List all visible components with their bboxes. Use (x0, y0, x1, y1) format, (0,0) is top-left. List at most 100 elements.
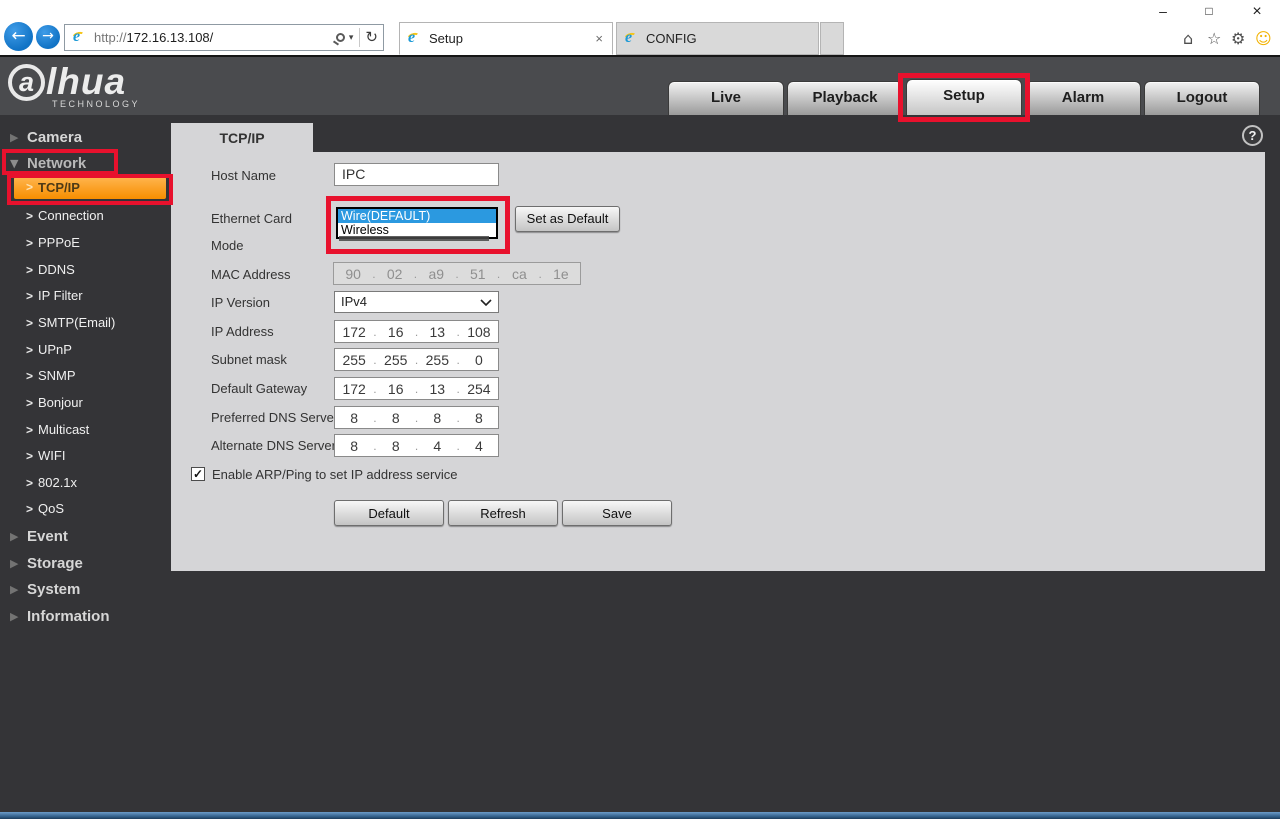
sidebar-item-8021x[interactable]: > 802.1x (0, 473, 171, 495)
save-button[interactable]: Save (562, 500, 672, 526)
set-as-default-button[interactable]: Set as Default (515, 206, 620, 232)
browser-tab-setup[interactable]: e Setup × (399, 22, 613, 55)
settings-gear-icon[interactable]: ⚙ (1231, 29, 1245, 48)
window-minimize-button[interactable]: – (1146, 2, 1180, 21)
window-close-button[interactable]: × (1240, 2, 1274, 21)
nav-button-live[interactable]: Live (668, 81, 784, 115)
ip-octet[interactable]: 4 (418, 438, 456, 454)
nav-button-playback[interactable]: Playback (787, 81, 903, 115)
mac-address-field: 90. 02. a9. 51. ca. 1e (333, 262, 581, 285)
search-dropdown-caret-icon[interactable]: ▾ (349, 33, 354, 43)
sidebar-group-system[interactable]: ▶ System (0, 579, 171, 601)
chevron-prefix-icon: > (26, 396, 34, 410)
app-window: – □ × ← → e http://172.16.13.108/ ▾ ↻ e … (0, 0, 1280, 819)
ip-octet[interactable]: 8 (460, 410, 498, 426)
chevron-prefix-icon: > (26, 449, 34, 463)
forward-button[interactable]: → (36, 25, 60, 49)
chevron-prefix-icon: > (26, 180, 34, 194)
help-icon[interactable]: ? (1242, 125, 1263, 146)
back-button[interactable]: ← (4, 22, 33, 51)
ip-octet[interactable]: 108 (460, 324, 498, 340)
preferred-dns-field[interactable]: 8. 8. 8. 8 (334, 406, 499, 429)
sidebar-item-smtp[interactable]: > SMTP(Email) (0, 313, 171, 335)
chevron-right-icon: ▶ (10, 530, 19, 543)
ip-octet[interactable]: 172 (335, 381, 373, 397)
sidebar-group-event[interactable]: ▶ Event (0, 526, 171, 548)
arp-ping-checkbox[interactable]: ✓ (191, 467, 205, 481)
chevron-right-icon: ▶ (10, 557, 19, 570)
tab-close-icon[interactable]: × (586, 31, 612, 46)
chevron-prefix-icon: > (26, 476, 34, 490)
ip-octet[interactable]: 8 (418, 410, 456, 426)
window-maximize-button[interactable]: □ (1192, 2, 1226, 21)
home-icon[interactable]: ⌂ (1183, 29, 1193, 48)
search-icon[interactable] (335, 33, 345, 42)
dropdown-option-wireless[interactable]: Wireless (338, 223, 496, 237)
mac-octet: 51 (470, 265, 486, 282)
feedback-smiley-icon[interactable]: ☺ (1255, 29, 1272, 48)
ip-version-select[interactable]: IPv4 (334, 291, 499, 313)
ip-octet[interactable]: 255 (377, 352, 415, 368)
subnet-mask-field[interactable]: 255. 255. 255. 0 (334, 348, 499, 371)
content-tab-tcpip[interactable]: TCP/IP (171, 123, 313, 152)
ie-favicon: e (70, 28, 88, 46)
ip-octet[interactable]: 8 (335, 438, 373, 454)
ip-octet[interactable]: 0 (460, 352, 498, 368)
sidebar-item-ddns[interactable]: > DDNS (0, 260, 171, 282)
address-url[interactable]: http://172.16.13.108/ (94, 30, 336, 45)
ip-octet[interactable]: 8 (335, 410, 373, 426)
sidebar-item-upnp[interactable]: > UPnP (0, 340, 171, 362)
mac-octet: 1e (553, 265, 569, 282)
ip-octet[interactable]: 8 (377, 410, 415, 426)
sidebar-group-information[interactable]: ▶ Information (0, 606, 171, 628)
ip-octet[interactable]: 255 (335, 352, 373, 368)
ip-octet[interactable]: 255 (418, 352, 456, 368)
sidebar-group-camera[interactable]: ▶ Camera (0, 127, 171, 149)
ip-octet[interactable]: 172 (335, 324, 373, 340)
chevron-prefix-icon: > (26, 502, 34, 516)
alternate-dns-field[interactable]: 8. 8. 4. 4 (334, 434, 499, 457)
ip-octet[interactable]: 8 (377, 438, 415, 454)
sidebar-item-qos[interactable]: > QoS (0, 499, 171, 521)
default-gateway-field[interactable]: 172. 16. 13. 254 (334, 377, 499, 400)
refresh-button[interactable]: Refresh (448, 500, 558, 526)
ethernet-card-dropdown[interactable]: Wire(DEFAULT) Wireless (336, 207, 498, 239)
default-gateway-label: Default Gateway (211, 381, 308, 396)
sidebar-item-ip-filter[interactable]: > IP Filter (0, 286, 171, 308)
browser-tab-config[interactable]: e CONFIG (616, 22, 819, 55)
address-bar[interactable]: e http://172.16.13.108/ ▾ ↻ (64, 24, 384, 51)
sidebar-item-snmp[interactable]: > SNMP (0, 366, 171, 388)
host-name-input[interactable]: IPC (334, 163, 499, 186)
taskbar-edge (0, 812, 1280, 819)
ip-octet[interactable]: 254 (460, 381, 498, 397)
mode-label: Mode (211, 238, 244, 253)
ip-octet[interactable]: 4 (460, 438, 498, 454)
mac-octet: ca (511, 265, 527, 282)
sidebar-group-storage[interactable]: ▶ Storage (0, 553, 171, 575)
ip-octet[interactable]: 13 (418, 381, 456, 397)
nav-button-setup[interactable]: Setup (906, 79, 1022, 115)
sidebar-item-multicast[interactable]: > Multicast (0, 420, 171, 442)
nav-button-alarm[interactable]: Alarm (1025, 81, 1141, 115)
nav-button-logout[interactable]: Logout (1144, 81, 1260, 115)
refresh-page-icon[interactable]: ↻ (365, 30, 378, 45)
sidebar-group-network[interactable]: ▼ Network (0, 153, 171, 175)
ip-octet[interactable]: 13 (418, 324, 456, 340)
sidebar-item-pppoe[interactable]: > PPPoE (0, 233, 171, 255)
sidebar-item-connection[interactable]: > Connection (0, 206, 171, 228)
favorites-star-icon[interactable]: ☆ (1207, 29, 1221, 48)
logo-subtitle: TECHNOLOGY (52, 99, 141, 109)
mac-address-label: MAC Address (211, 267, 291, 282)
sidebar-item-bonjour[interactable]: > Bonjour (0, 393, 171, 415)
ip-octet[interactable]: 16 (377, 381, 415, 397)
sidebar-item-tcpip-selected[interactable]: > TCP/IP (14, 177, 166, 199)
default-button[interactable]: Default (334, 500, 444, 526)
new-tab-button[interactable] (820, 22, 844, 55)
sidebar-item-wifi[interactable]: > WIFI (0, 446, 171, 468)
ip-octet[interactable]: 16 (377, 324, 415, 340)
browser-chrome: ← → e http://172.16.13.108/ ▾ ↻ e Setup … (0, 22, 1280, 55)
dropdown-option-wire[interactable]: Wire(DEFAULT) (338, 209, 496, 223)
ip-address-field[interactable]: 172. 16. 13. 108 (334, 320, 499, 343)
arp-ping-label: Enable ARP/Ping to set IP address servic… (212, 467, 458, 482)
chevron-down-icon (480, 299, 492, 306)
